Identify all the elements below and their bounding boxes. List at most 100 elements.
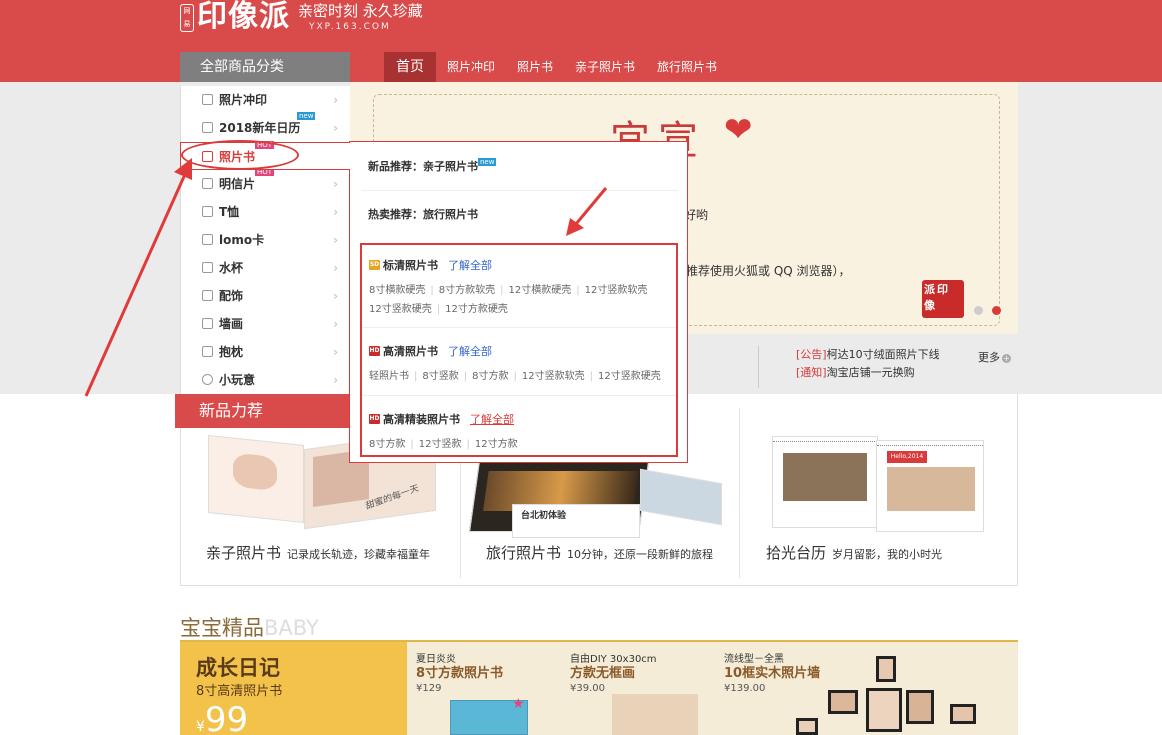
book-caption: Hello,2014 <box>887 451 927 463</box>
book-option-link[interactable]: 8寸方款 <box>472 371 508 382</box>
sidebar-item-postcard[interactable]: 明信片 HOT › <box>180 168 350 198</box>
sidebar-item-wall-art[interactable]: 墙画 › <box>180 310 350 338</box>
desk-calendar-image[interactable] <box>772 436 878 528</box>
highlight-ellipse <box>181 140 299 170</box>
divider <box>362 190 678 191</box>
hd-icon: HD <box>369 414 380 424</box>
baby-product-card[interactable]: 夏日炎炎 8寸方款照片书 ¥129 <box>416 650 503 694</box>
book-caption: 甜蜜的每一天 <box>364 483 420 512</box>
hd-icon: HD <box>369 346 380 356</box>
main-nav: 首页 照片冲印 照片书 亲子照片书 旅行照片书 <box>384 52 728 82</box>
category-sidebar: 照片冲印 › 2018新年日历 new › 照片书 HOT 明信片 HOT › T恤 › lo… <box>180 86 350 394</box>
new-recommend[interactable]: 新品推荐：亲子照片书 new <box>368 158 497 174</box>
canvas-print-image[interactable] <box>612 694 698 735</box>
photo-icon <box>202 94 213 105</box>
nav-kids-photo-book[interactable]: 亲子照片书 <box>564 52 646 82</box>
group-title[interactable]: 高清照片书 <box>383 343 438 359</box>
wall-frame <box>876 656 896 682</box>
wall-frame <box>866 688 902 732</box>
sd-book-group: SD 标清照片书 了解全部 8寸横款硬壳 | 8寸方款软壳 | 12寸横款硬壳 | 12寸竖款软… <box>369 257 648 315</box>
book-option-link[interactable]: 12寸横款硬壳 <box>509 285 572 296</box>
book-option-link[interactable]: 12寸方款硬壳 <box>445 304 508 315</box>
nav-photo-print[interactable]: 照片冲印 <box>436 52 506 82</box>
calendar-binding <box>877 441 983 446</box>
star-icon: ★ <box>512 696 525 712</box>
book-option-link[interactable]: 12寸竖款软壳 <box>585 285 648 296</box>
nav-photo-book[interactable]: 照片书 <box>506 52 564 82</box>
sidebar-item-photo-print[interactable]: 照片冲印 › <box>180 86 350 114</box>
book-option-link[interactable]: 12寸竖款硬壳 <box>369 304 432 315</box>
chevron-right-icon: › <box>333 93 338 107</box>
carousel-dot-1[interactable] <box>974 306 983 315</box>
learn-all-link[interactable]: 了解全部 <box>448 343 492 359</box>
plus-icon: + <box>1002 354 1011 363</box>
pillow-icon <box>202 346 213 357</box>
tshirt-icon <box>202 206 213 217</box>
sidebar-item-tshirt[interactable]: T恤 › <box>180 198 350 226</box>
hot-recommend[interactable]: 热卖推荐：旅行照片书 <box>368 206 478 222</box>
smile-icon <box>202 374 213 385</box>
sidebar-item-calendar[interactable]: 2018新年日历 new › <box>180 112 350 142</box>
chevron-right-icon: › <box>333 289 338 303</box>
product-caption[interactable]: 旅行照片书 10分钟，还原一段新鲜的旅程 <box>486 542 713 563</box>
learn-all-link[interactable]: 了解全部 <box>448 257 492 273</box>
notice-more-link[interactable]: 更多 + <box>978 349 1011 365</box>
notice-item[interactable]: [通知]淘宝店铺一元换购 <box>796 364 1018 382</box>
divider <box>362 327 676 328</box>
highlight-box: SD 标清照片书 了解全部 8寸横款硬壳 | 8寸方款软壳 | 12寸横款硬壳 | 12寸竖款软… <box>360 243 678 457</box>
book-option-link[interactable]: 8寸方款 <box>369 439 405 450</box>
group-title[interactable]: 高清精装照片书 <box>383 411 460 427</box>
new-badge: new <box>478 158 497 166</box>
carousel-dot-2[interactable] <box>992 306 1001 315</box>
desk-calendar-image-2[interactable]: Hello,2014 <box>876 440 984 532</box>
chevron-right-icon: › <box>333 177 338 191</box>
book-option-link[interactable]: 8寸竖款 <box>422 371 458 382</box>
book-option-link[interactable]: 8寸方款软壳 <box>439 285 495 296</box>
site-logo[interactable]: 网易 印像派 亲密时刻 永久珍藏 YXP.163.COM <box>180 0 423 42</box>
book-option-link[interactable]: 12寸竖款 <box>419 439 462 450</box>
book-option-link[interactable]: 12寸竖款硬壳 <box>598 371 661 382</box>
sidebar-item-pillow[interactable]: 抱枕 › <box>180 338 350 366</box>
kids-book-image[interactable] <box>208 434 304 524</box>
sidebar-item-lomo[interactable]: lomo卡 › <box>180 226 350 254</box>
wall-frame <box>950 704 976 724</box>
cyclist-photo <box>783 453 867 501</box>
logo-domain: YXP.163.COM <box>309 22 391 32</box>
group-title[interactable]: 标清照片书 <box>383 257 438 273</box>
book-option-link[interactable]: 轻照片书 <box>369 371 409 382</box>
heart-icon: ❤ <box>724 110 753 150</box>
chevron-right-icon: › <box>333 121 338 135</box>
baby-section-title: 宝宝精品BABY <box>180 616 319 640</box>
book-option-link[interactable]: 8寸横款硬壳 <box>369 285 425 296</box>
hd-hardcover-group: HD 高清精装照片书 了解全部 8寸方款 | 12寸竖款 | 12寸方款 <box>369 411 518 450</box>
sidebar-item-cup[interactable]: 水杯 › <box>180 254 350 282</box>
baby-product-card[interactable]: 流线型－全黑 10框实木照片墙 ¥139.00 <box>724 650 820 694</box>
nav-travel-photo-book[interactable]: 旅行照片书 <box>646 52 728 82</box>
cup-icon <box>202 262 213 273</box>
promo-subtitle: 8寸高清照片书 <box>196 684 283 699</box>
divider <box>739 408 740 578</box>
product-caption[interactable]: 拾光台历 岁月留影，我的小时光 <box>766 542 942 563</box>
chevron-right-icon: › <box>333 233 338 247</box>
logo-slogan: 亲密时刻 永久珍藏 <box>298 2 423 20</box>
sidebar-item-accessory[interactable]: 配饰 › <box>180 282 350 310</box>
wall-frame <box>796 718 818 735</box>
new-products-header: 新品力荐 <box>175 394 350 428</box>
sd-icon: SD <box>369 260 380 270</box>
calendar-icon <box>202 122 213 133</box>
all-categories-header[interactable]: 全部商品分类 <box>180 52 350 82</box>
sidebar-item-gadget[interactable]: 小玩意 › <box>180 366 350 394</box>
book-option-link[interactable]: 12寸方款 <box>475 439 518 450</box>
chevron-right-icon: › <box>333 345 338 359</box>
book-option-link[interactable]: 12寸竖款软壳 <box>522 371 585 382</box>
hd-book-group: HD 高清照片书 了解全部 轻照片书 | 8寸竖款 | 8寸方款 | 12寸竖款软壳 | 12寸竖款… <box>369 343 661 382</box>
learn-all-link[interactable]: 了解全部 <box>470 411 514 427</box>
calendar-binding <box>773 437 877 442</box>
travel-book-cover[interactable]: 台北初体验 <box>512 504 640 538</box>
promo-price: ¥99 <box>196 700 249 735</box>
product-caption[interactable]: 亲子照片书 记录成长轨迹，珍藏幸福童年 <box>206 542 430 563</box>
nav-home[interactable]: 首页 <box>384 52 436 82</box>
logo-text: 印像派 <box>197 0 290 34</box>
wall-frame <box>906 690 934 724</box>
baby-product-card[interactable]: 自由DIY 30x30cm 方款无框画 ¥39.00 <box>570 650 657 694</box>
